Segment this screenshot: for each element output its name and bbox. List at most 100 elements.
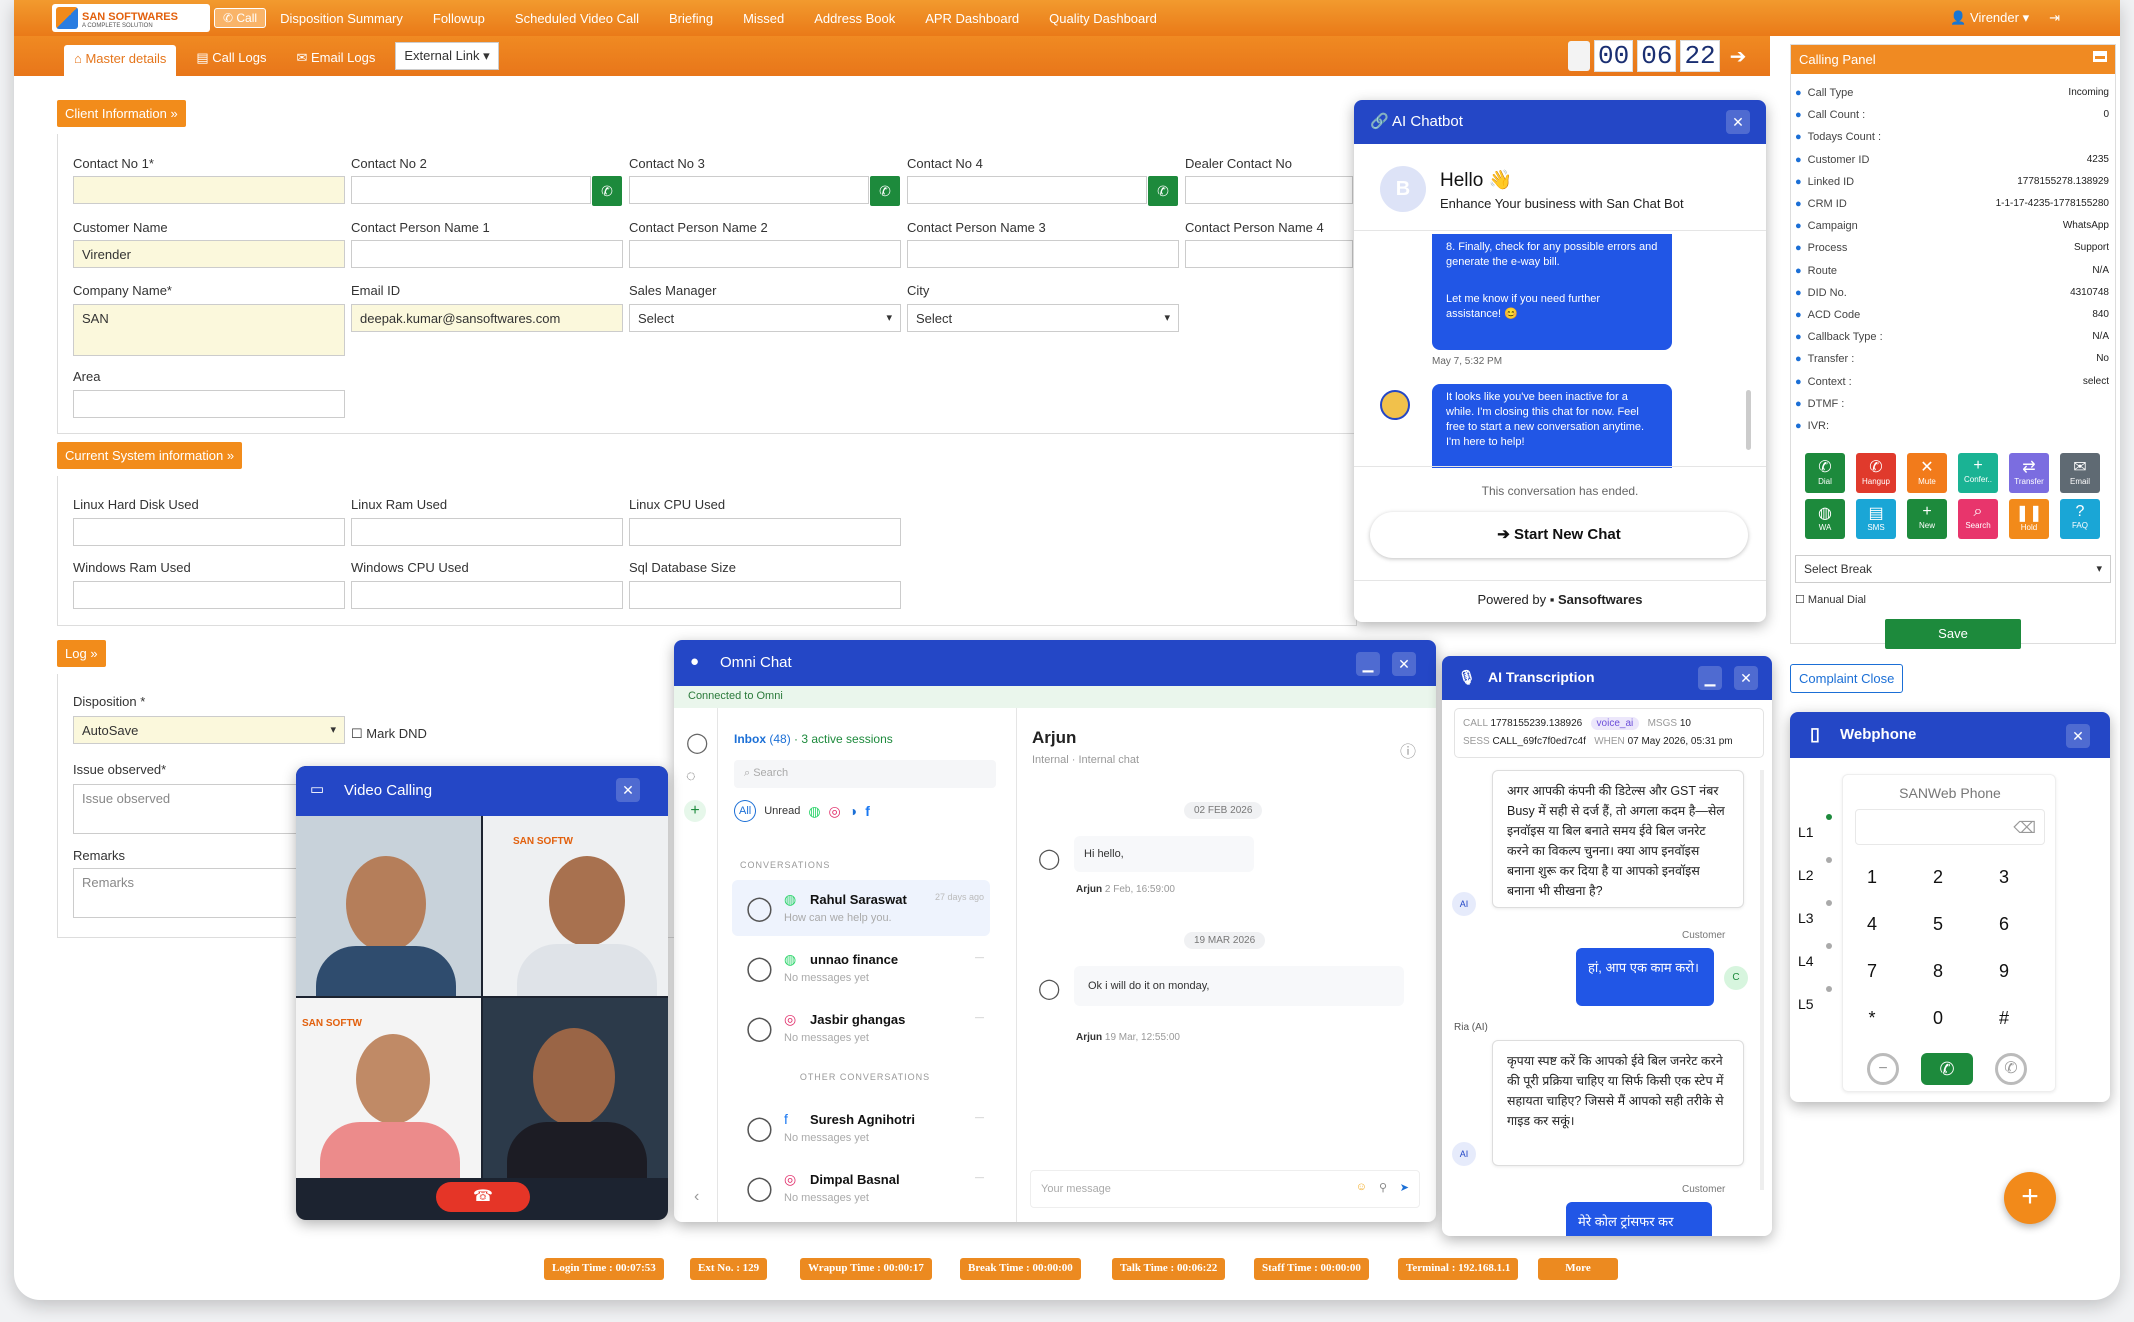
- select-break-dropdown[interactable]: Select Break: [1795, 555, 2111, 583]
- dialpad-key[interactable]: 4: [1857, 914, 1887, 935]
- dialpad-key[interactable]: 9: [1989, 961, 2019, 982]
- instagram-filter-icon[interactable]: ◎: [829, 803, 841, 820]
- company-name-textarea[interactable]: SAN: [73, 304, 345, 356]
- close-icon[interactable]: ✕: [1392, 652, 1416, 676]
- dialpad-key[interactable]: 0: [1923, 1008, 1953, 1029]
- facebook-filter-icon[interactable]: f: [865, 803, 870, 819]
- contact-no-4-input[interactable]: [907, 176, 1147, 204]
- nav-item[interactable]: Scheduled Video Call: [515, 11, 639, 26]
- web-filter-icon[interactable]: ◑: [849, 803, 857, 819]
- action-button-transfer[interactable]: ⇄ Transfer: [2009, 453, 2049, 493]
- attach-icon[interactable]: ⚲: [1379, 1181, 1387, 1194]
- log-header[interactable]: Log »: [57, 640, 106, 667]
- scrollbar[interactable]: [1760, 770, 1764, 1190]
- dialpad-key[interactable]: 2: [1923, 867, 1953, 888]
- search-input[interactable]: ⌕ Search: [734, 760, 996, 788]
- save-button[interactable]: Save: [1885, 619, 2021, 649]
- city-select[interactable]: Select: [907, 304, 1179, 332]
- dialpad-key[interactable]: 6: [1989, 914, 2019, 935]
- windows-cpu-input[interactable]: [351, 581, 623, 609]
- dialpad-key[interactable]: 3: [1989, 867, 2019, 888]
- video-tile-participant-4[interactable]: [483, 998, 668, 1178]
- dialpad-key[interactable]: 5: [1923, 914, 1953, 935]
- send-icon[interactable]: ➤: [1400, 1181, 1409, 1194]
- sql-size-input[interactable]: [629, 581, 901, 609]
- dial-contact-3-phone-icon[interactable]: ✆: [870, 176, 900, 206]
- add-icon[interactable]: +: [684, 800, 706, 822]
- close-icon[interactable]: ✕: [2066, 724, 2090, 748]
- dialpad-key[interactable]: 8: [1923, 961, 1953, 982]
- dialpad-key[interactable]: *: [1857, 1008, 1887, 1029]
- phone-line-l1[interactable]: L1: [1798, 824, 1814, 840]
- mark-dnd[interactable]: ☐ Mark DND: [351, 726, 427, 742]
- action-button-mute[interactable]: ✕ Mute: [1907, 453, 1947, 493]
- linux-cpu-input[interactable]: [629, 518, 901, 546]
- whatsapp-filter-icon[interactable]: ◍: [808, 803, 820, 820]
- video-tile-participant-1[interactable]: [296, 816, 481, 996]
- conversation-item[interactable]: ◯ ◍ Rahul Saraswat How can we help you. 27 d…: [732, 880, 990, 936]
- user-menu[interactable]: 👤 Virender ▾: [1950, 10, 2029, 26]
- brand-logo[interactable]: SAN SOFTWARES A COMPLETE SOLUTION: [52, 4, 210, 32]
- user-icon[interactable]: ◯: [686, 730, 708, 755]
- minimize-icon[interactable]: ▁: [1356, 652, 1380, 676]
- action-button-hold[interactable]: ❚❚ Hold: [2009, 499, 2049, 539]
- logout-icon[interactable]: ⇥: [2049, 10, 2060, 26]
- collapse-icon[interactable]: ‹: [694, 1188, 699, 1206]
- contact-person-4-input[interactable]: [1185, 240, 1353, 268]
- info-icon[interactable]: ⓘ: [1400, 738, 1416, 762]
- start-new-chat-button[interactable]: ➔ Start New Chat: [1370, 512, 1748, 558]
- email-input[interactable]: deepak.kumar@sansoftwares.com: [351, 304, 623, 332]
- area-input[interactable]: [73, 390, 345, 418]
- tab-email-logs[interactable]: ✉ Email Logs: [287, 44, 386, 76]
- action-button-faq[interactable]: ? FAQ: [2060, 499, 2100, 539]
- linux-ram-input[interactable]: [351, 518, 623, 546]
- calling-panel-header[interactable]: Calling Panel: [1791, 45, 2115, 74]
- windows-ram-input[interactable]: [73, 581, 345, 609]
- contact-no-1-input[interactable]: [73, 176, 345, 204]
- dialpad-key[interactable]: 1: [1857, 867, 1887, 888]
- dial-contact-2-phone-icon[interactable]: ✆: [592, 176, 622, 206]
- backspace-icon[interactable]: ⌫: [2013, 818, 2036, 838]
- message-input[interactable]: Your message ☺ ⚲ ➤: [1030, 1170, 1420, 1208]
- linux-hd-input[interactable]: [73, 518, 345, 546]
- client-info-header[interactable]: Client Information »: [57, 100, 186, 127]
- phone-line-l5[interactable]: L5: [1798, 996, 1814, 1012]
- nav-item[interactable]: Address Book: [814, 11, 895, 26]
- sales-manager-select[interactable]: Select: [629, 304, 901, 332]
- dialpad-key[interactable]: 7: [1857, 961, 1887, 982]
- external-link-dropdown[interactable]: External Link ▾: [395, 42, 499, 70]
- conversation-item[interactable]: ◯ ◍ unnao finance No messages yet —: [732, 940, 990, 996]
- manual-dial-checkbox[interactable]: ☐ Manual Dial: [1795, 593, 1866, 606]
- conversation-item[interactable]: ◯ ◎ Dimpal Basnal No messages yet —: [732, 1160, 990, 1216]
- scrollbar[interactable]: [1746, 390, 1751, 450]
- filter-all[interactable]: All: [734, 800, 757, 822]
- close-icon[interactable]: ✕: [616, 778, 640, 802]
- emoji-icon[interactable]: ☺: [1356, 1181, 1367, 1193]
- minimize-icon[interactable]: ▁: [1698, 666, 1722, 690]
- action-button-sms[interactable]: ▤ SMS: [1856, 499, 1896, 539]
- video-tile-participant-2[interactable]: SAN SOFTW: [483, 816, 668, 996]
- conversation-item[interactable]: ◯ f Suresh Agnihotri No messages yet —: [732, 1100, 990, 1156]
- action-button-wa[interactable]: ◍ WA: [1805, 499, 1845, 539]
- complaint-close-button[interactable]: Complaint Close: [1790, 664, 1904, 693]
- nav-item[interactable]: APR Dashboard: [925, 11, 1019, 26]
- contact-no-3-input[interactable]: [629, 176, 869, 204]
- phone-line-l3[interactable]: L3: [1798, 910, 1814, 926]
- contact-person-1-input[interactable]: [351, 240, 623, 268]
- chat-icon[interactable]: ◌: [686, 768, 696, 786]
- action-button-search[interactable]: ⌕ Search: [1958, 499, 1998, 539]
- dial-contact-4-phone-icon[interactable]: ✆: [1148, 176, 1178, 206]
- conversation-item[interactable]: ◯ ◎ Jasbir ghangas No messages yet —: [732, 1000, 990, 1056]
- nav-item[interactable]: Followup: [433, 11, 485, 26]
- phone-line-l4[interactable]: L4: [1798, 953, 1814, 969]
- arrow-right-icon[interactable]: ➔: [1730, 44, 1747, 69]
- nav-item[interactable]: Quality Dashboard: [1049, 11, 1157, 26]
- add-fab-button[interactable]: +: [2004, 1172, 2056, 1224]
- action-button-new[interactable]: + New: [1907, 499, 1947, 539]
- action-button-hangup[interactable]: ✆ Hangup: [1856, 453, 1896, 493]
- action-button-confer[interactable]: + Confer..: [1958, 453, 1998, 493]
- dialpad-key[interactable]: #: [1989, 1008, 2019, 1029]
- transfer-icon[interactable]: ✆: [1995, 1053, 2027, 1085]
- minus-icon[interactable]: −: [1867, 1053, 1899, 1085]
- phone-line-l2[interactable]: L2: [1798, 867, 1814, 883]
